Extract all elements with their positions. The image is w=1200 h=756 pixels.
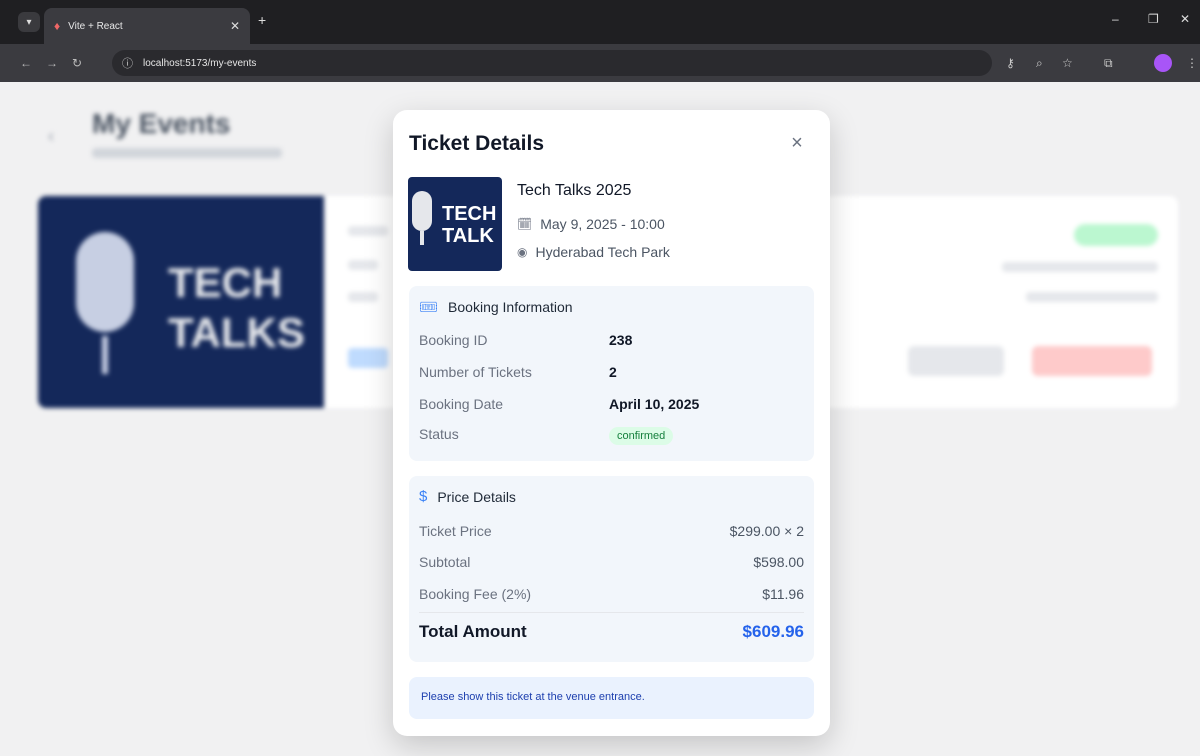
price-row-value: $11.96 [762,586,804,602]
venue-note: Please show this ticket at the venue ent… [409,677,814,719]
booking-row: Booking Date April 10, 2025 [419,396,804,412]
event-venue-row: ◉ Hyderabad Tech Park [517,244,670,260]
price-row: Ticket Price $299.00 × 2 [419,523,804,539]
dollar-icon: $ [419,488,428,505]
booking-row-label: Booking Date [419,396,504,412]
map-pin-icon: ◉ [517,245,528,259]
booking-row-value: 238 [609,332,633,348]
total-amount: $609.96 [742,622,804,641]
page-title: My Events [92,108,231,139]
total-row: Total Amount $609.96 [419,622,804,642]
card-text-placeholder [348,292,378,302]
ticket-icon: 🎟 [419,299,439,316]
card-text-placeholder [1026,292,1158,302]
minimize-icon[interactable]: – [1112,12,1119,26]
calendar-icon: 🗓 [517,217,533,231]
microphone-icon [76,232,134,332]
address-bar[interactable]: ⓘ localhost:5173/my-events [112,50,992,76]
price-row-value: $299.00 × 2 [729,523,804,539]
booking-row: Booking ID 238 [419,332,804,348]
event-date-time: May 9, 2025 - 10:00 [540,216,665,232]
booking-row-value: 2 [609,364,617,380]
tab-title: Vite + React [68,20,123,32]
price-row: Subtotal $598.00 [419,554,804,570]
browser-menu-icon[interactable]: ⋮ [1186,56,1198,70]
booking-row-value: April 10, 2025 [609,396,700,412]
total-label: Total Amount [419,622,527,641]
booking-heading-label: Booking Information [448,299,573,315]
total-divider [419,612,804,613]
booking-row-label: Booking ID [419,332,488,348]
window-close-icon[interactable]: ✕ [1180,12,1190,26]
cancel-booking-button[interactable] [1032,346,1152,376]
browser-tab[interactable]: ♦ Vite + React ✕ [44,8,250,44]
tab-search-icon[interactable]: ▾ [18,12,40,32]
page-subtitle-placeholder [92,148,282,158]
extensions-icon[interactable]: ⧉ [1104,56,1113,71]
price-heading-label: Price Details [437,488,516,505]
card-text-placeholder [348,260,378,270]
vite-favicon-icon: ♦ [54,19,61,33]
event-venue: Hyderabad Tech Park [535,244,670,260]
booking-row: Number of Tickets 2 [419,364,804,380]
event-name: Tech Talks 2025 [517,182,632,199]
modal-title: Ticket Details [409,132,545,155]
url-text: localhost:5173/my-events [143,57,257,69]
booking-information-section: 🎟 Booking Information Booking ID 238 Num… [409,286,814,461]
status-label: Status [419,426,459,442]
new-tab-icon[interactable]: + [258,12,266,28]
zoom-icon[interactable]: ⌕ [1036,56,1043,71]
ticket-details-modal: Ticket Details × TECH TALK Tech Talks 20… [393,110,830,736]
password-key-icon[interactable]: ⚷ [1006,56,1015,70]
bookmark-star-icon[interactable]: ☆ [1062,56,1073,70]
profile-avatar[interactable] [1154,54,1172,72]
booking-row-label: Number of Tickets [419,364,532,380]
microphone-stand [102,336,108,374]
card-text-placeholder [348,226,388,236]
restore-icon[interactable]: ❐ [1148,12,1159,26]
card-link-button[interactable] [348,348,388,368]
price-row-value: $598.00 [753,554,804,570]
site-info-icon[interactable]: ⓘ [122,55,133,71]
tab-close-icon[interactable]: ✕ [230,19,240,33]
price-details-heading: $ Price Details [419,488,516,505]
microphone-icon [412,191,432,231]
card-text-placeholder [1002,262,1158,272]
back-arrow-icon[interactable]: ‹ [48,126,54,147]
event-thumbnail: TECH TALK [408,177,502,271]
booking-information-heading: 🎟 Booking Information [419,298,573,316]
thumbnail-text: TECH TALK [442,203,497,247]
view-ticket-button[interactable] [908,346,1004,376]
close-icon[interactable]: × [786,132,808,154]
event-date-row: 🗓 May 9, 2025 - 10:00 [517,216,665,232]
back-nav-icon[interactable]: ← [20,56,32,70]
price-row-label: Booking Fee (2%) [419,586,532,602]
booking-status-row: Status confirmed [419,426,804,445]
price-row-label: Ticket Price [419,523,492,539]
reload-icon[interactable]: ↻ [72,56,82,70]
status-badge [1074,224,1158,246]
forward-nav-icon[interactable]: → [46,56,58,70]
browser-tab-strip: ▾ ♦ Vite + React ✕ + – ❐ ✕ [0,0,1200,44]
price-row: Booking Fee (2%) $11.96 [419,586,804,602]
price-details-section: $ Price Details Ticket Price $299.00 × 2… [409,476,814,662]
microphone-stand [420,231,424,245]
price-row-label: Subtotal [419,554,471,570]
event-card-image: TECH TALKS [38,196,324,408]
status-badge: confirmed [609,427,674,445]
browser-toolbar: ← → ↻ ⓘ localhost:5173/my-events ⚷ ⌕ ☆ ⧉… [0,44,1200,82]
event-card-image-text: TECH TALKS [168,259,305,356]
